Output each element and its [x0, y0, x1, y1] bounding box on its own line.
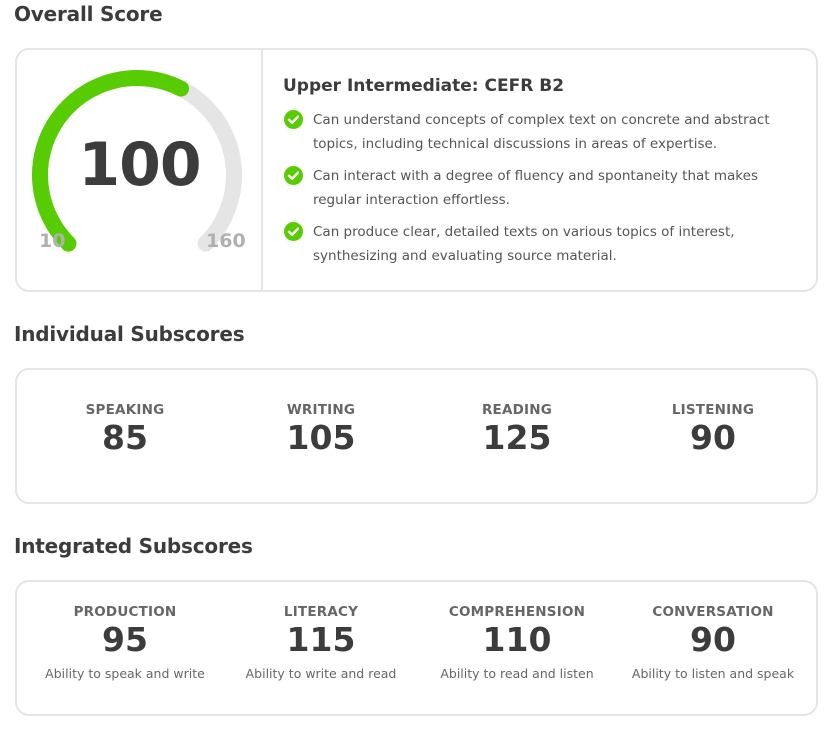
description-item: Can produce clear, detailed texts on var…: [283, 220, 803, 268]
cefr-description-list: Can understand concepts of complex text …: [283, 108, 803, 276]
subscore-value: 95: [102, 620, 148, 659]
check-circle-icon: [284, 222, 303, 241]
subscore-value: 90: [690, 418, 736, 457]
subscore-label: LITERACY: [283, 604, 359, 620]
subscore-label: WRITING: [286, 402, 356, 418]
description-text: Can produce clear, detailed texts on var…: [313, 224, 735, 264]
card-divider: [261, 50, 263, 290]
integrated-subscores-card: PRODUCTION 95 Ability to speak and write…: [15, 580, 818, 716]
check-circle-icon: [284, 110, 303, 129]
subscore-literacy: LITERACY 115 Ability to write and read: [223, 582, 419, 681]
cefr-level-title: Upper Intermediate: CEFR B2: [283, 76, 565, 96]
description-item: Can interact with a degree of fluency an…: [283, 164, 803, 212]
overall-score-card: 100 10 160 Upper Intermediate: CEFR B2 C…: [15, 48, 818, 292]
subscore-value: 85: [102, 418, 148, 457]
integrated-subscore-grid: PRODUCTION 95 Ability to speak and write…: [17, 582, 816, 714]
subscore-description: Ability to speak and write: [45, 666, 205, 681]
description-text: Can interact with a degree of fluency an…: [313, 168, 758, 208]
description-item: Can understand concepts of complex text …: [283, 108, 803, 156]
subscore-speaking: SPEAKING 85: [27, 370, 223, 458]
subscore-value: 105: [286, 418, 356, 457]
gauge-max-label: 160: [206, 230, 246, 252]
gauge-min-label: 10: [39, 230, 66, 252]
subscore-value: 115: [286, 620, 356, 659]
individual-subscores-card: SPEAKING 85 WRITING 105 READING 125 LIST…: [15, 368, 818, 504]
overall-score-title: Overall Score: [14, 2, 163, 26]
subscore-description: Ability to listen and speak: [631, 666, 795, 681]
subscore-conversation: CONVERSATION 90 Ability to listen and sp…: [615, 582, 811, 681]
individual-subscore-grid: SPEAKING 85 WRITING 105 READING 125 LIST…: [17, 370, 816, 502]
integrated-subscores-title: Integrated Subscores: [14, 534, 253, 558]
subscore-value: 125: [482, 418, 552, 457]
overall-score-value: 100: [78, 130, 201, 200]
subscore-comprehension: COMPREHENSION 110 Ability to read and li…: [419, 582, 615, 681]
score-report: Overall Score 100 10 160 Upper Intermedi…: [0, 0, 829, 739]
subscore-label: PRODUCTION: [73, 604, 177, 620]
individual-subscores-title: Individual Subscores: [14, 322, 245, 346]
subscore-reading: READING 125: [419, 370, 615, 458]
score-gauge: 100 10 160: [17, 50, 262, 290]
subscore-listening: LISTENING 90: [615, 370, 811, 458]
description-text: Can understand concepts of complex text …: [313, 112, 770, 152]
subscore-description: Ability to write and read: [245, 666, 397, 681]
subscore-label: READING: [481, 402, 553, 418]
subscore-value: 110: [482, 620, 552, 659]
subscore-label: LISTENING: [671, 402, 755, 418]
subscore-label: COMPREHENSION: [448, 604, 586, 620]
subscore-label: CONVERSATION: [652, 604, 774, 620]
subscore-value: 90: [690, 620, 736, 659]
subscore-writing: WRITING 105: [223, 370, 419, 458]
subscore-label: SPEAKING: [85, 402, 165, 418]
subscore-production: PRODUCTION 95 Ability to speak and write: [27, 582, 223, 681]
subscore-description: Ability to read and listen: [440, 666, 594, 681]
check-circle-icon: [284, 166, 303, 185]
